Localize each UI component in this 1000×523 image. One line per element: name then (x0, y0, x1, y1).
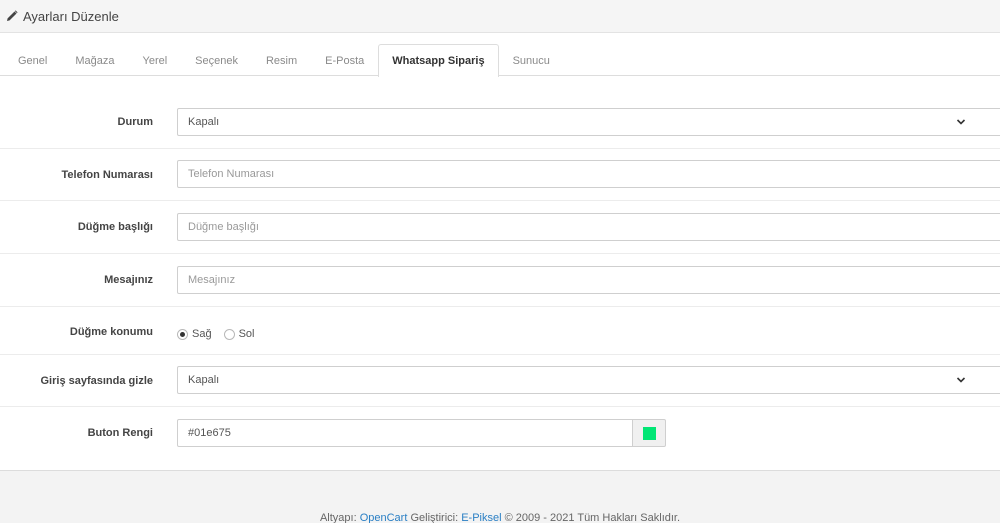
opencart-link[interactable]: OpenCart (360, 512, 408, 523)
tab-sunucu[interactable]: Sunucu (499, 44, 564, 76)
button-color-label: Buton Rengi (87, 427, 153, 439)
hide-on-home-value: Kapalı (188, 374, 220, 386)
pencil-icon (6, 10, 18, 22)
button-color-value: #01e675 (188, 427, 231, 439)
tab-genel[interactable]: Genel (4, 44, 61, 76)
button-position-radios: Sağ Sol (177, 328, 262, 340)
form-row-status: Durum Kapalı (0, 96, 1000, 149)
tab-magaza[interactable]: Mağaza (61, 44, 128, 76)
tab-eposta[interactable]: E-Posta (311, 44, 378, 76)
radio-sag[interactable] (177, 328, 188, 340)
status-label: Durum (117, 116, 153, 128)
phone-input[interactable]: Telefon Numarası (177, 160, 1000, 188)
footer-developer-prefix: Geliştirici: (410, 512, 459, 523)
message-input[interactable]: Mesajınız (177, 266, 1000, 294)
chevron-down-icon (956, 375, 966, 385)
button-title-label: Düğme başlığı (77, 221, 153, 233)
developer-link[interactable]: E-Piksel (461, 512, 501, 523)
tab-secenek[interactable]: Seçenek (181, 44, 252, 76)
settings-panel: Ayarları Düzenle Genel Mağaza Yerel Seçe… (0, 0, 1000, 471)
color-swatch (642, 426, 656, 440)
form-row-button-color: Buton Rengi #01e675 (0, 407, 1000, 463)
hide-on-home-select[interactable]: Kapalı (177, 366, 1000, 394)
settings-tabs: Genel Mağaza Yerel Seçenek Resim E-Posta… (0, 44, 1000, 77)
footer-prefix: Altyapı: (319, 512, 357, 523)
status-select[interactable]: Kapalı (177, 108, 1000, 136)
message-placeholder: Mesajınız (188, 274, 236, 286)
tab-whatsapp-siparis[interactable]: Whatsapp Sipariş (378, 44, 499, 77)
phone-placeholder: Telefon Numarası (188, 168, 275, 180)
form-row-button-position: Düğme konumu Sağ Sol (0, 307, 1000, 355)
form-row-phone: Telefon Numarası Telefon Numarası (0, 149, 1000, 201)
tab-yerel[interactable]: Yerel (129, 44, 182, 76)
button-title-input[interactable]: Düğme başlığı (177, 213, 1000, 241)
radio-sol-label[interactable]: Sol (239, 328, 255, 340)
phone-label: Telefon Numarası (61, 169, 154, 181)
form-row-hide-on-home: Giriş sayfasında gizle Kapalı (0, 355, 1000, 407)
tab-resim[interactable]: Resim (252, 44, 311, 76)
panel-heading: Ayarları Düzenle (0, 0, 1000, 33)
footer-copyright: © 2009 - 2021 Tüm Hakları Saklıdır. (504, 512, 681, 523)
footer: Altyapı: OpenCart Geliştirici: E-Piksel … (0, 512, 1000, 523)
button-title-placeholder: Düğme başlığı (188, 221, 259, 233)
button-position-label: Düğme konumu (69, 326, 153, 338)
status-value: Kapalı (188, 116, 220, 128)
message-label: Mesajınız (104, 274, 153, 286)
button-color-input[interactable]: #01e675 (177, 419, 633, 447)
hide-on-home-label: Giriş sayfasında gizle (40, 375, 154, 387)
form-row-button-title: Düğme başlığı Düğme başlığı (0, 201, 1000, 254)
page-title: Ayarları Düzenle (23, 8, 119, 24)
color-picker-button[interactable] (632, 419, 666, 447)
radio-sol[interactable] (223, 328, 235, 340)
form-row-message: Mesajınız Mesajınız (0, 254, 1000, 307)
chevron-down-icon (956, 117, 966, 127)
radio-sag-label[interactable]: Sağ (192, 328, 212, 340)
